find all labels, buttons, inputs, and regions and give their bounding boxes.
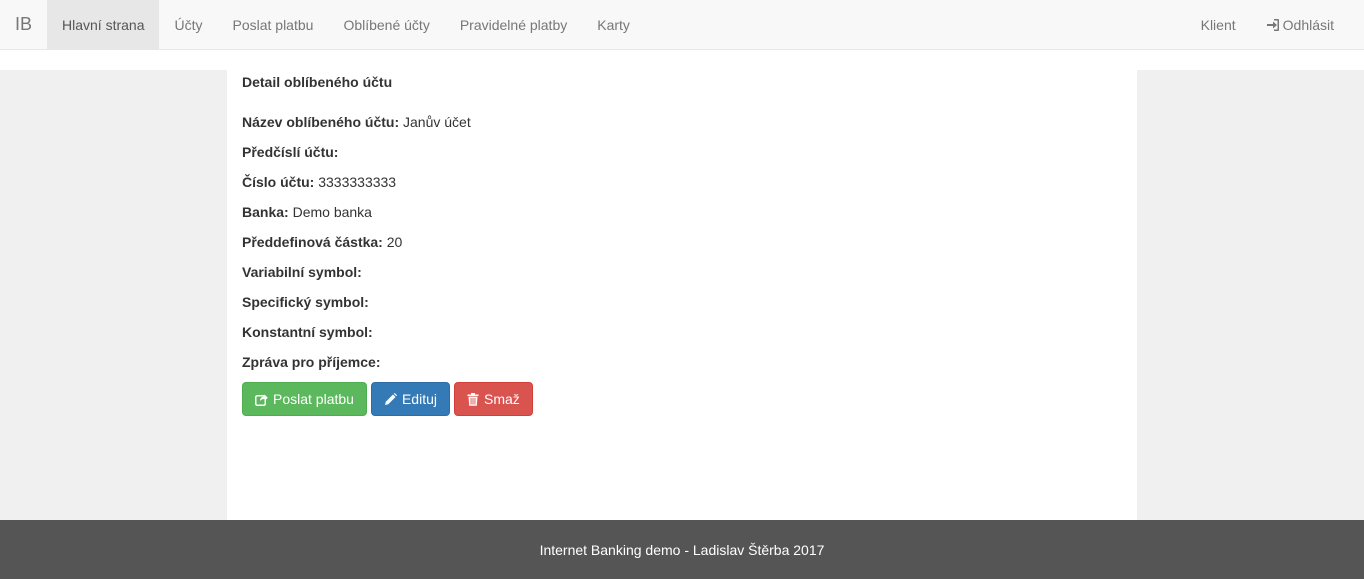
send-payment-label: Poslat platbu xyxy=(273,391,354,407)
field-account-number: Číslo účtu: 3333333333 xyxy=(242,172,1122,202)
nav-item-standing-orders[interactable]: Pravidelné platby xyxy=(445,0,582,49)
main-nav: Hlavní strana Účty Poslat platbu Oblíben… xyxy=(47,0,645,49)
field-label: Zpráva pro příjemce: xyxy=(242,354,381,370)
edit-button[interactable]: Edituj xyxy=(370,382,450,416)
user-nav: Klient Odhlásit xyxy=(1186,0,1349,49)
field-label: Banka: xyxy=(242,204,293,220)
page-title: Detail oblíbeného účtu xyxy=(242,74,393,90)
footer-text: Internet Banking demo - Ladislav Štěrba … xyxy=(539,541,825,558)
logout-label: Odhlásit xyxy=(1282,16,1334,33)
delete-label: Smaž xyxy=(483,391,520,407)
field-specific-symbol: Specifický symbol: xyxy=(242,292,1122,322)
send-payment-button[interactable]: Poslat platbu xyxy=(242,382,367,416)
field-bank: Banka: Demo banka xyxy=(242,202,1122,232)
nav-item-client[interactable]: Klient xyxy=(1186,0,1251,49)
log-in-icon xyxy=(1266,18,1280,32)
field-predefined-amount: Předdefinová částka: 20 xyxy=(242,232,1122,262)
top-navbar: IB Hlavní strana Účty Poslat platbu Oblí… xyxy=(0,0,1364,50)
nav-item-home[interactable]: Hlavní strana xyxy=(47,0,160,49)
nav-item-favorite-accounts[interactable]: Oblíbené účty xyxy=(328,0,444,49)
edit-label: Edituj xyxy=(401,391,437,407)
nav-item-accounts[interactable]: Účty xyxy=(159,0,217,49)
page-footer: Internet Banking demo - Ladislav Štěrba … xyxy=(0,520,1364,579)
field-constant-symbol: Konstantní symbol: xyxy=(242,322,1122,352)
field-label: Předdefinová částka: xyxy=(242,234,387,250)
action-buttons: Poslat platbu Edituj Smaž xyxy=(242,382,1122,416)
field-value: 3333333333 xyxy=(318,174,397,190)
logout-link[interactable]: Odhlásit xyxy=(1251,0,1349,49)
content-panel: Detail oblíbeného účtu Název oblíbeného … xyxy=(227,70,1137,520)
field-label: Název oblíbeného účtu: xyxy=(242,114,404,130)
trash-icon xyxy=(467,392,479,406)
field-favorite-name: Název oblíbeného účtu: Janův účet xyxy=(242,112,1122,142)
detail-fields: Název oblíbeného účtu: Janův účet Předčí… xyxy=(242,112,1122,382)
nav-item-cards[interactable]: Karty xyxy=(582,0,645,49)
field-label: Variabilní symbol: xyxy=(242,264,362,280)
field-label: Konstantní symbol: xyxy=(242,324,373,340)
nav-item-send-payment[interactable]: Poslat platbu xyxy=(217,0,328,49)
delete-button[interactable]: Smaž xyxy=(453,382,533,416)
field-value: Demo banka xyxy=(292,204,372,220)
field-value: 20 xyxy=(386,234,403,250)
field-recipient-message: Zpráva pro příjemce: xyxy=(242,352,1122,382)
field-label: Číslo účtu: xyxy=(242,174,319,190)
share-icon xyxy=(255,393,268,406)
field-label: Předčíslí účtu: xyxy=(242,144,339,160)
field-value: Janův účet xyxy=(403,114,471,130)
field-label: Specifický symbol: xyxy=(242,294,369,310)
field-account-prefix: Předčíslí účtu: xyxy=(242,142,1122,172)
field-variable-symbol: Variabilní symbol: xyxy=(242,262,1122,292)
pencil-icon xyxy=(384,392,397,406)
brand-logo[interactable]: IB xyxy=(0,0,47,49)
